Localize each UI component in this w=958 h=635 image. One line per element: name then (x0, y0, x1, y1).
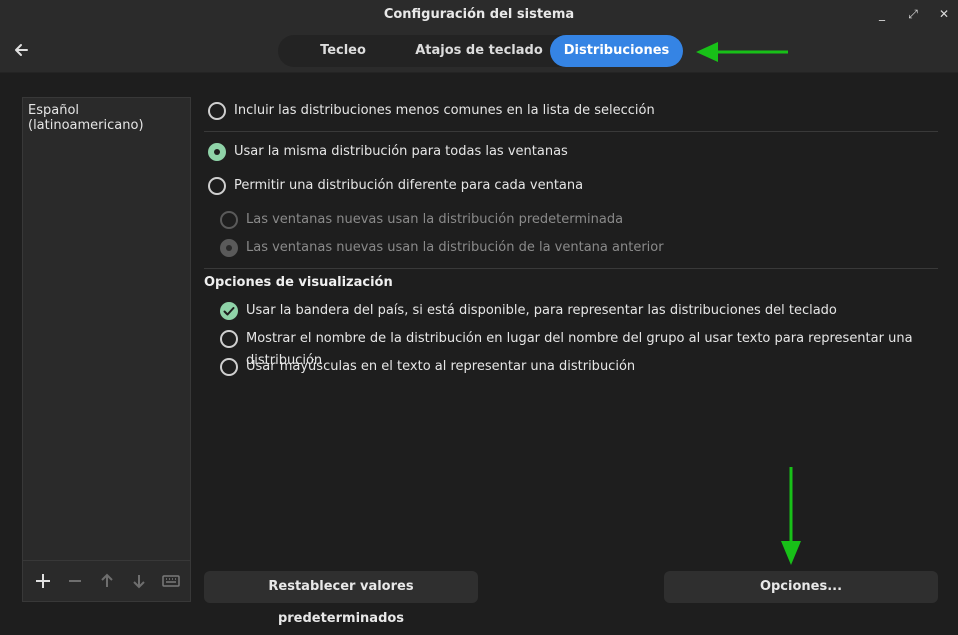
different-layout-radio[interactable] (208, 177, 226, 195)
remove-button[interactable] (65, 571, 85, 591)
show-layout-name-checkbox[interactable] (220, 330, 238, 348)
tab-bar: Tecleo Atajos de teclado Distribuciones (278, 35, 683, 67)
annotation-arrow-left (696, 42, 788, 62)
keyboard-icon (162, 575, 180, 587)
same-layout-radio[interactable] (208, 143, 226, 161)
different-layout-label: Permitir una distribución diferente para… (234, 178, 584, 193)
checkmark-icon (223, 307, 235, 316)
include-less-common-radio[interactable] (208, 102, 226, 120)
tab-tecleo[interactable]: Tecleo (278, 35, 408, 67)
maximize-button[interactable]: ⤢ (905, 6, 921, 22)
separator (204, 131, 938, 132)
new-windows-default-radio[interactable] (220, 211, 238, 229)
add-button[interactable] (33, 571, 53, 591)
title-bar: Configuración del sistema _ ⤢ ✕ (0, 0, 958, 30)
add-icon (36, 574, 50, 588)
new-windows-previous-label: Las ventanas nuevas usan la distribución… (246, 240, 664, 255)
minimize-button[interactable]: _ (874, 6, 890, 22)
move-down-icon (133, 575, 145, 589)
tab-atajos-de-teclado[interactable]: Atajos de teclado (408, 35, 550, 67)
layout-list: Español (latinoamericano) (22, 97, 191, 602)
use-uppercase-label: Usar mayúsculas en el texto al represent… (246, 359, 636, 374)
options-button[interactable]: Opciones... (664, 571, 938, 603)
move-up-button[interactable] (97, 571, 117, 591)
header-bar: Tecleo Atajos de teclado Distribuciones (0, 30, 958, 73)
same-layout-label: Usar la misma distribución para todas la… (234, 144, 568, 159)
remove-icon (69, 580, 81, 582)
display-options-title: Opciones de visualización (204, 275, 393, 290)
list-item[interactable]: Español (latinoamericano) (28, 103, 190, 133)
include-less-common-label: Incluir las distribuciones menos comunes… (234, 103, 655, 118)
keyboard-button[interactable] (161, 571, 181, 591)
move-up-icon (101, 573, 113, 587)
window-title: Configuración del sistema (383, 7, 575, 22)
close-button[interactable]: ✕ (936, 6, 952, 22)
new-windows-previous-radio[interactable] (220, 239, 238, 257)
use-flag-label: Usar la bandera del país, si está dispon… (246, 303, 837, 318)
list-toolbar (23, 560, 190, 601)
tab-distribuciones[interactable]: Distribuciones (550, 35, 683, 67)
use-uppercase-checkbox[interactable] (220, 358, 238, 376)
show-layout-name-label: Mostrar el nombre de la distribución en … (246, 331, 913, 368)
annotation-arrow-down (781, 467, 801, 565)
move-down-button[interactable] (129, 571, 149, 591)
back-button[interactable] (12, 40, 32, 60)
new-windows-default-label: Las ventanas nuevas usan la distribución… (246, 212, 624, 227)
use-flag-checkbox[interactable] (220, 302, 238, 320)
reset-defaults-button[interactable]: Restablecer valores predeterminados (204, 571, 478, 626)
separator (204, 268, 938, 269)
arrow-left-icon (15, 44, 28, 56)
